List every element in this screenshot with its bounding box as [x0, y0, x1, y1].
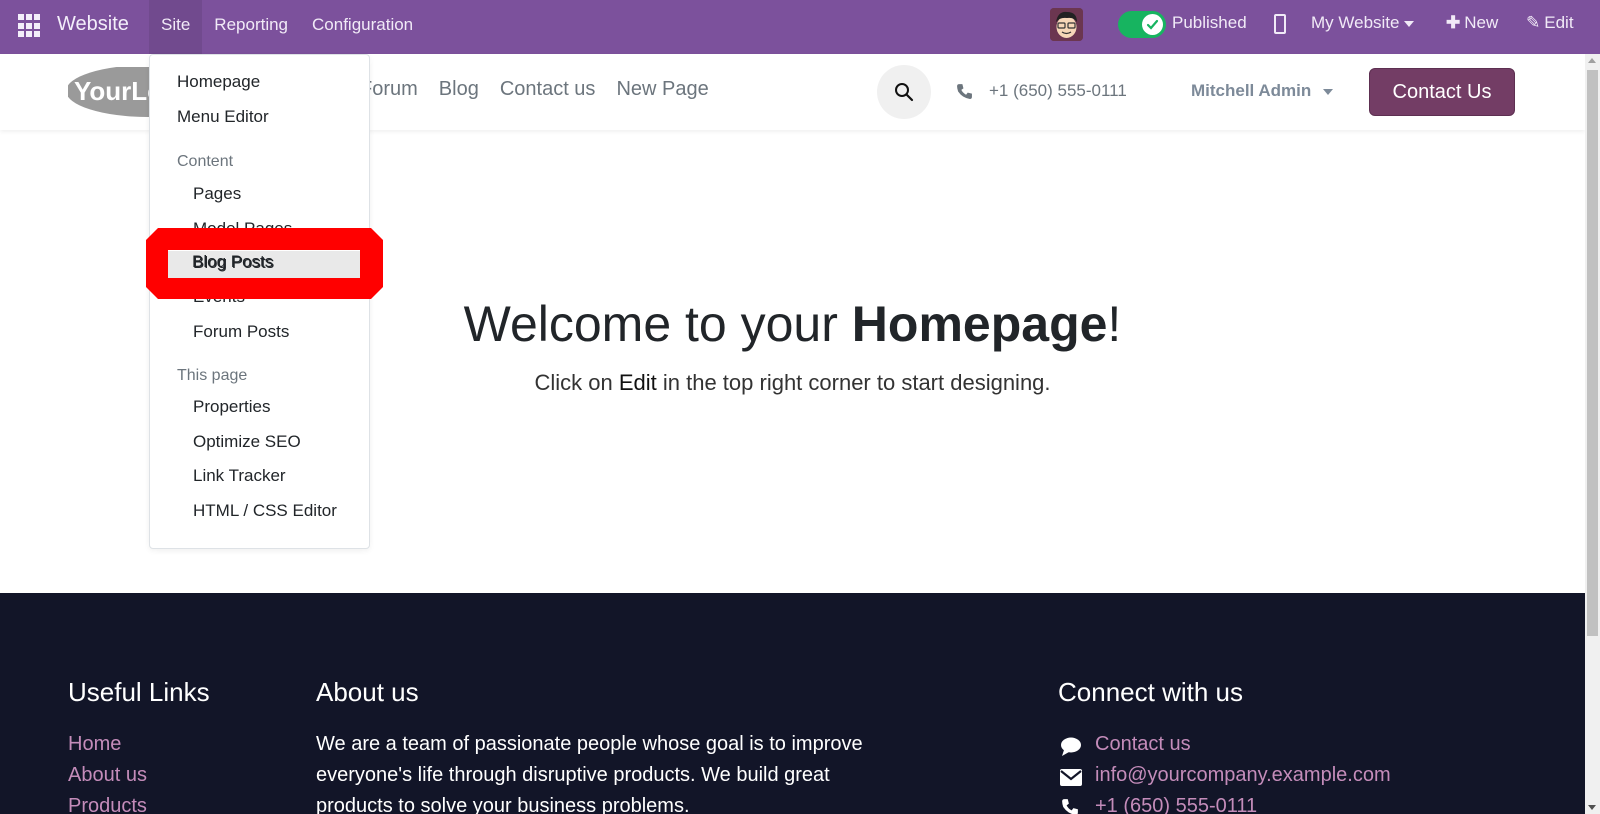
scroll-up-arrow-icon[interactable]	[1588, 58, 1596, 63]
dropdown-item-html-css-editor[interactable]: HTML / CSS Editor	[193, 501, 337, 521]
menu-site[interactable]: Site	[149, 0, 203, 54]
footer-link-about-us[interactable]: About us	[68, 764, 147, 787]
header-phone[interactable]: +1 (650) 555-0111	[956, 81, 1127, 101]
website-selector[interactable]: My Website	[1311, 13, 1414, 33]
top-menu: Site Reporting Configuration	[149, 0, 425, 54]
scroll-thumb[interactable]	[1587, 70, 1598, 636]
footer-phone-link[interactable]: +1 (650) 555-0111	[1095, 795, 1257, 814]
hero-sub-suffix: in the top right corner to start designi…	[656, 370, 1051, 395]
footer-email-link[interactable]: info@yourcompany.example.com	[1095, 764, 1391, 787]
footer-about-text: We are a team of passionate people whose…	[316, 729, 916, 814]
blog-posts-label-overlay[interactable]: Blog Posts	[192, 252, 273, 272]
footer-link-products[interactable]: Products	[68, 795, 147, 814]
footer-link-home[interactable]: Home	[68, 733, 121, 756]
published-toggle[interactable]	[1118, 11, 1166, 38]
dropdown-item-pages[interactable]: Pages	[193, 184, 241, 204]
envelope-icon	[1060, 769, 1082, 786]
phone-icon	[957, 83, 972, 99]
dropdown-item-homepage[interactable]: Homepage	[177, 72, 260, 92]
footer-connect-title: Connect with us	[1058, 677, 1243, 707]
comment-icon	[1061, 737, 1081, 756]
hero-title-prefix: Welcome to your	[463, 296, 852, 352]
dropdown-item-forum-posts[interactable]: Forum Posts	[193, 322, 289, 342]
mobile-preview-icon[interactable]	[1274, 14, 1286, 34]
admin-navbar: Website Site Reporting Configuration Pub…	[0, 0, 1600, 54]
nav-contact-us[interactable]: Contact us	[500, 78, 596, 101]
check-icon	[1142, 14, 1163, 35]
dropdown-item-link-tracker[interactable]: Link Tracker	[193, 466, 286, 486]
search-button[interactable]	[877, 65, 931, 119]
hero-title-suffix: !	[1107, 296, 1122, 352]
contact-us-button[interactable]: Contact Us	[1369, 68, 1515, 116]
dropdown-item-menu-editor[interactable]: Menu Editor	[177, 107, 269, 127]
dropdown-header-this-page: This page	[177, 367, 248, 384]
dropdown-header-content: Content	[177, 153, 234, 170]
edit-button-label: Edit	[1544, 13, 1574, 32]
nav-new-page[interactable]: New Page	[616, 78, 708, 101]
footer-useful-links-title: Useful Links	[68, 677, 210, 707]
caret-down-icon	[1403, 20, 1414, 27]
nav-blog[interactable]: Blog	[439, 78, 479, 101]
hero-title-bold: Homepage	[851, 296, 1108, 352]
header-phone-label: +1 (650) 555-0111	[989, 81, 1127, 100]
new-button-label: New	[1464, 13, 1499, 32]
page-scrollbar[interactable]	[1585, 54, 1600, 814]
app-title[interactable]: Website	[57, 13, 129, 36]
edit-button[interactable]: ✎ Edit	[1526, 13, 1574, 33]
user-name: Mitchell Admin	[1191, 81, 1312, 100]
plus-icon: ✚	[1446, 13, 1461, 32]
pencil-icon: ✎	[1526, 13, 1541, 32]
published-label[interactable]: Published	[1172, 13, 1247, 33]
site-nav: Forum Blog Contact us New Page	[360, 78, 730, 101]
site-footer: Useful Links Home About us Products Abou…	[0, 593, 1585, 814]
avatar-face-icon	[1050, 8, 1083, 41]
hero-sub-bold: Edit	[618, 370, 657, 395]
hero-sub-prefix: Click on	[534, 370, 619, 395]
phone-icon	[1062, 799, 1078, 814]
caret-down-icon	[1323, 88, 1334, 95]
about-line: everyone's life through disruptive produ…	[316, 764, 830, 786]
avatar[interactable]	[1050, 8, 1083, 41]
new-button[interactable]: ✚ New	[1446, 13, 1498, 33]
footer-about-title: About us	[316, 677, 419, 707]
footer-contact-us-link[interactable]: Contact us	[1095, 733, 1191, 756]
about-line: products to solve your business problems…	[316, 795, 690, 814]
about-line: We are a team of passionate people whose…	[316, 733, 863, 755]
dropdown-item-optimize-seo[interactable]: Optimize SEO	[193, 432, 301, 452]
user-menu[interactable]: Mitchell Admin	[1191, 81, 1334, 101]
website-selector-label: My Website	[1311, 13, 1400, 32]
menu-configuration[interactable]: Configuration	[300, 0, 425, 54]
scroll-down-arrow-icon[interactable]	[1588, 805, 1596, 810]
dropdown-item-properties[interactable]: Properties	[193, 397, 270, 417]
search-icon	[895, 83, 914, 102]
menu-reporting[interactable]: Reporting	[202, 0, 300, 54]
site-dropdown-menu: Homepage Menu Editor Content Pages Model…	[149, 54, 370, 549]
apps-grid-icon[interactable]	[18, 14, 42, 38]
